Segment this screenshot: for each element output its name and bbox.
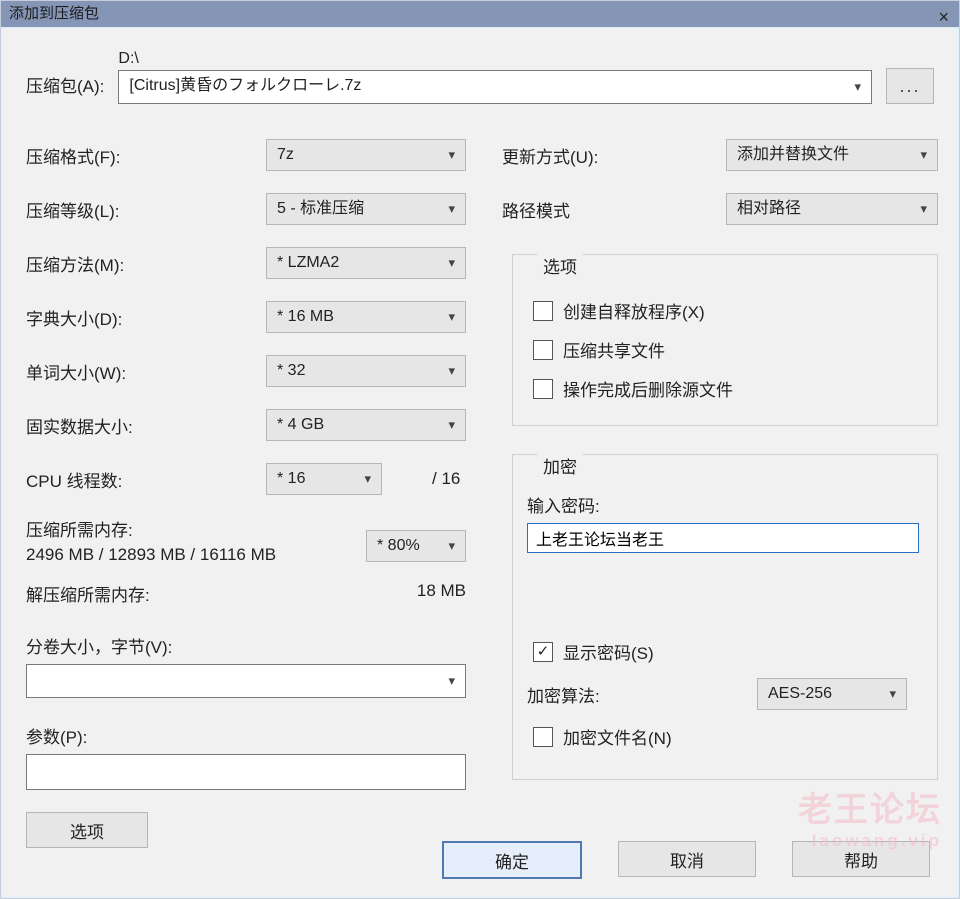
threads-total: / 16 (432, 469, 460, 489)
delete-checkbox-row[interactable]: 操作完成后删除源文件 (533, 376, 919, 401)
level-label: 压缩等级(L): (26, 197, 266, 222)
chevron-down-icon: ▾ (448, 414, 455, 436)
threads-label: CPU 线程数: (26, 467, 266, 492)
encnames-checkbox-row[interactable]: 加密文件名(N) (533, 724, 919, 749)
cancel-button[interactable]: 取消 (618, 841, 756, 877)
chevron-down-icon: ▾ (448, 198, 455, 220)
window-title: 添加到压缩包 (9, 5, 99, 22)
solid-label: 固实数据大小: (26, 413, 266, 438)
dialog-client: 压缩包(A): D:\ [Citrus]黄昏のフォルクローレ.7z ▾ ... (2, 28, 958, 897)
sfx-checkbox[interactable] (533, 301, 553, 321)
split-combo[interactable]: ▾ (26, 664, 466, 698)
ok-button[interactable]: 确定 (442, 841, 582, 879)
pathmode-combo[interactable]: 相对路径▾ (726, 193, 938, 225)
memcomp-label: 压缩所需内存: (26, 516, 366, 541)
chevron-down-icon: ▾ (889, 683, 896, 705)
chevron-down-icon: ▾ (364, 468, 371, 490)
delete-checkbox[interactable] (533, 379, 553, 399)
dict-combo[interactable]: * 16 MB▾ (266, 301, 466, 333)
chevron-down-icon: ▾ (448, 670, 455, 692)
showpwd-checkbox-row[interactable]: 显示密码(S) (533, 639, 919, 664)
encrypt-legend: 加密 (537, 453, 583, 478)
footer-buttons: 确定 取消 帮助 (2, 841, 958, 879)
memcomp-value: 2496 MB / 12893 MB / 16116 MB (26, 545, 366, 565)
method-label: 压缩方法(M): (26, 251, 266, 276)
threads-combo[interactable]: * 16▾ (266, 463, 382, 495)
format-label: 压缩格式(F): (26, 143, 266, 168)
chevron-down-icon: ▾ (448, 144, 455, 166)
word-label: 单词大小(W): (26, 359, 266, 384)
params-label: 参数(P): (26, 723, 466, 748)
chevron-down-icon: ▾ (920, 144, 927, 166)
left-column: 压缩格式(F): 7z▾ 压缩等级(L): 5 - 标准压缩▾ 压缩方法(M):… (26, 138, 466, 848)
method-combo[interactable]: * LZMA2▾ (266, 247, 466, 279)
options-fieldset: 选项 创建自释放程序(X) 压缩共享文件 操作完成后删除源文件 (512, 254, 938, 426)
password-label: 输入密码: (527, 492, 919, 517)
password-input[interactable] (527, 523, 919, 553)
solid-combo[interactable]: * 4 GB▾ (266, 409, 466, 441)
shared-checkbox-row[interactable]: 压缩共享文件 (533, 337, 919, 362)
sfx-checkbox-row[interactable]: 创建自释放程序(X) (533, 298, 919, 323)
archive-filename-value: [Citrus]黄昏のフォルクローレ.7z (129, 77, 361, 94)
format-combo[interactable]: 7z▾ (266, 139, 466, 171)
browse-button[interactable]: ... (886, 68, 934, 104)
chevron-down-icon: ▾ (920, 198, 927, 220)
memcomp-combo[interactable]: * 80%▾ (366, 530, 466, 562)
archive-label: 压缩包(A): (26, 50, 104, 97)
shared-checkbox[interactable] (533, 340, 553, 360)
params-input[interactable] (26, 754, 466, 790)
chevron-down-icon: ▾ (448, 360, 455, 382)
algo-label: 加密算法: (527, 682, 757, 707)
titlebar[interactable]: 添加到压缩包 × (1, 1, 959, 27)
help-button[interactable]: 帮助 (792, 841, 930, 877)
algo-combo[interactable]: AES-256▾ (757, 678, 907, 710)
content-area: 压缩包(A): D:\ [Citrus]黄昏のフォルクローレ.7z ▾ ... (2, 28, 958, 897)
encrypt-fieldset: 加密 输入密码: 显示密码(S) 加密算法: AES-256▾ 加密文件名(N) (512, 454, 938, 780)
memdecomp-label: 解压缩所需内存: (26, 581, 150, 609)
level-combo[interactable]: 5 - 标准压缩▾ (266, 193, 466, 225)
chevron-down-icon: ▾ (448, 306, 455, 328)
archive-path-dir: D:\ (118, 50, 872, 68)
showpwd-checkbox[interactable] (533, 642, 553, 662)
chevron-down-icon: ▾ (448, 252, 455, 274)
right-column: 更新方式(U): 添加并替换文件▾ 路径模式 相对路径▾ 选项 创建自释放程序(… (502, 138, 938, 780)
split-label: 分卷大小，字节(V): (26, 633, 466, 658)
word-combo[interactable]: * 32▾ (266, 355, 466, 387)
chevron-down-icon: ▾ (854, 76, 861, 98)
archive-row: 压缩包(A): D:\ [Citrus]黄昏のフォルクローレ.7z ▾ ... (26, 50, 934, 104)
archive-filename-combo[interactable]: [Citrus]黄昏のフォルクローレ.7z ▾ (118, 70, 872, 104)
add-to-archive-window: 添加到压缩包 × 压缩包(A): D:\ [Citrus]黄昏のフォルクローレ.… (0, 0, 960, 899)
chevron-down-icon: ▾ (448, 535, 455, 557)
dict-label: 字典大小(D): (26, 305, 266, 330)
close-icon[interactable]: × (938, 4, 949, 30)
update-label: 更新方式(U): (502, 143, 726, 168)
options-legend: 选项 (537, 253, 583, 278)
memdecomp-value: 18 MB (417, 581, 466, 609)
encnames-checkbox[interactable] (533, 727, 553, 747)
pathmode-label: 路径模式 (502, 197, 726, 222)
update-combo[interactable]: 添加并替换文件▾ (726, 139, 938, 171)
